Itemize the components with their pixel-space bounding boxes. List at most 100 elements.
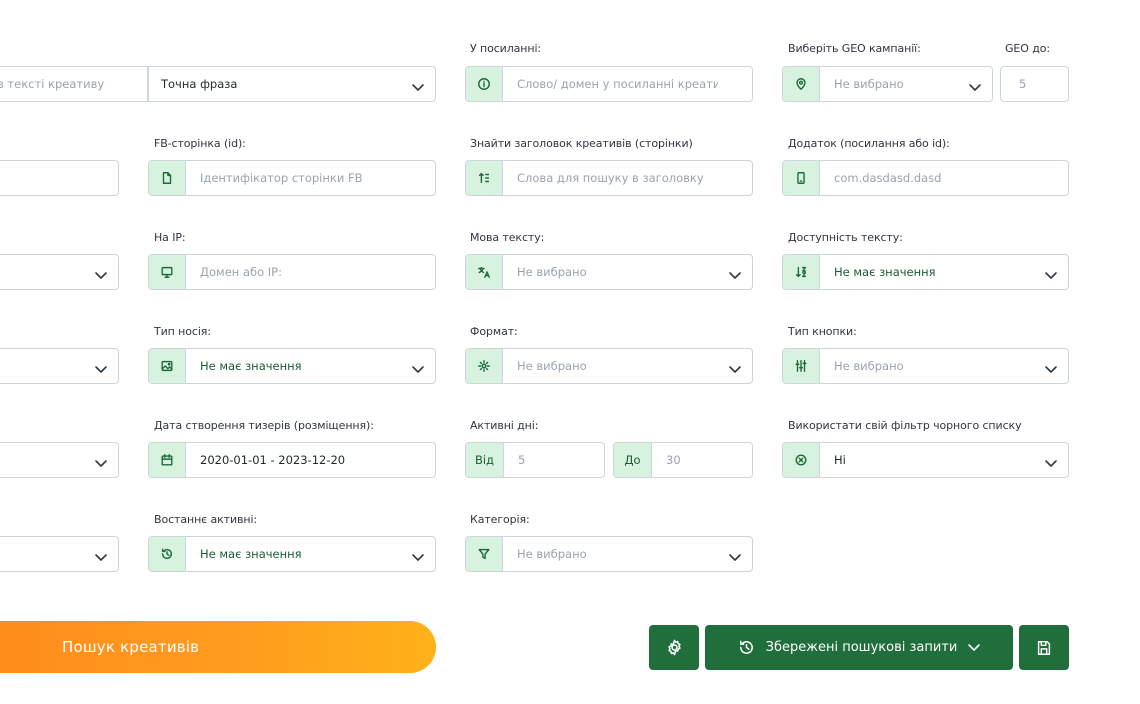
last-active-select[interactable]: Не має значення: [148, 536, 436, 572]
date-value: 2020-01-01 - 2023-12-20: [200, 453, 346, 467]
saved-queries-label: Збережені пошукові запити: [765, 640, 958, 655]
chevron-down-icon: [94, 549, 108, 561]
blacklist-value: Ні: [834, 453, 846, 467]
sort-icon: [466, 161, 503, 195]
fb-label: FB-сторінка (id):: [154, 137, 246, 150]
chevron-down-icon: [968, 643, 981, 651]
gear-icon: [667, 639, 681, 656]
link-placeholder: Слово/ домен у посиланні креативу: [517, 77, 718, 91]
category-select[interactable]: Не вибрано: [465, 536, 753, 572]
blacklist-label: Використати свій фільтр чорного списку: [788, 419, 1022, 432]
button-type-select[interactable]: Не вибрано: [782, 348, 1069, 384]
lang-select[interactable]: Не вибрано: [465, 254, 753, 290]
page-icon: [149, 161, 186, 195]
geo-to-value: 5: [1019, 77, 1027, 91]
chevron-down-icon: [728, 267, 742, 279]
geo-to-label: GEO до:: [1005, 42, 1050, 55]
info-icon: [466, 67, 503, 101]
chevron-down-icon: [728, 549, 742, 561]
save-query-button[interactable]: [1019, 625, 1069, 670]
sliders-icon: [783, 349, 820, 383]
media-select[interactable]: Не має значення: [148, 348, 436, 384]
format-label: Формат:: [470, 325, 518, 338]
geo-value: Не вибрано: [834, 77, 904, 91]
last-active-label: Востаннє активні:: [154, 513, 258, 526]
text-search-placeholder: в тексті креативу: [0, 77, 105, 91]
lang-value: Не вибрано: [517, 265, 587, 279]
chevron-down-icon: [94, 267, 108, 279]
settings-button[interactable]: [649, 625, 699, 670]
partial-select[interactable]: [0, 254, 119, 290]
lang-label: Мова тексту:: [470, 231, 545, 244]
translate-icon: [466, 255, 503, 289]
headline-label: Знайти заголовок креативів (сторінки): [470, 137, 693, 150]
geo-label: Виберіть GEO кампанії:: [788, 42, 921, 55]
partial-input[interactable]: [0, 160, 119, 196]
app-label: Додаток (посилання або id):: [788, 137, 950, 150]
button-type-value: Не вибрано: [834, 359, 904, 373]
button-type-label: Тип кнопки:: [788, 325, 857, 338]
image-icon: [149, 349, 186, 383]
ip-placeholder: Домен або IP:: [200, 265, 282, 279]
save-icon: [1037, 640, 1051, 655]
blacklist-select[interactable]: Ні: [782, 442, 1069, 478]
geo-select[interactable]: Не вибрано: [782, 66, 993, 102]
partial-select[interactable]: [0, 348, 119, 384]
geo-to-input[interactable]: 5: [1000, 66, 1069, 102]
history-icon: [149, 537, 186, 571]
chevron-down-icon: [728, 361, 742, 373]
chevron-down-icon: [1044, 455, 1058, 467]
category-value: Не вибрано: [517, 547, 587, 561]
x-circle-icon: [783, 443, 820, 477]
match-type-value: Точна фраза: [161, 77, 238, 91]
app-placeholder: com.dasdasd.dasd: [834, 171, 942, 185]
map-pin-icon: [783, 67, 820, 101]
saved-queries-button[interactable]: Збережені пошукові запити: [705, 625, 1013, 670]
search-creatives-label: Пошук креативів: [62, 638, 200, 656]
gear-icon: [466, 349, 503, 383]
text-search-field[interactable]: в тексті креативу: [0, 66, 148, 102]
ip-input[interactable]: Домен або IP:: [148, 254, 436, 290]
from-label: Від: [466, 443, 504, 477]
search-creatives-button[interactable]: Пошук креативів: [0, 621, 436, 673]
chevron-down-icon: [94, 455, 108, 467]
from-value: 5: [518, 453, 526, 467]
link-label: У посиланні:: [470, 42, 542, 55]
calendar-icon: [149, 443, 186, 477]
chevron-down-icon: [411, 361, 425, 373]
media-label: Тип носія:: [154, 325, 211, 338]
last-active-value: Не має значення: [200, 547, 302, 561]
active-days-to-input[interactable]: До 30: [613, 442, 753, 478]
monitor-icon: [149, 255, 186, 289]
avail-select[interactable]: Не має значення: [782, 254, 1069, 290]
phone-icon: [783, 161, 820, 195]
chevron-down-icon: [94, 361, 108, 373]
format-value: Не вибрано: [517, 359, 587, 373]
chevron-down-icon: [1044, 361, 1058, 373]
fb-page-input[interactable]: Ідентифікатор сторінки FB: [148, 160, 436, 196]
chevron-down-icon: [411, 79, 425, 91]
active-days-label: Активні дні:: [470, 419, 539, 432]
to-value: 30: [666, 453, 681, 467]
match-type-select[interactable]: Точна фраза: [148, 66, 436, 102]
media-value: Не має значення: [200, 359, 302, 373]
avail-value: Не має значення: [834, 265, 936, 279]
avail-label: Доступність тексту:: [788, 231, 903, 244]
history-icon: [739, 640, 753, 654]
partial-select[interactable]: [0, 536, 119, 572]
fb-placeholder: Ідентифікатор сторінки FB: [200, 171, 363, 185]
active-days-from-input[interactable]: Від 5: [465, 442, 605, 478]
chevron-down-icon: [411, 549, 425, 561]
format-select[interactable]: Не вибрано: [465, 348, 753, 384]
to-label: До: [614, 443, 652, 477]
partial-select[interactable]: [0, 442, 119, 478]
chevron-down-icon: [1044, 267, 1058, 279]
headline-input[interactable]: Слова для пошуку в заголовку: [465, 160, 753, 196]
headline-placeholder: Слова для пошуку в заголовку: [517, 171, 704, 185]
app-input[interactable]: com.dasdasd.dasd: [782, 160, 1069, 196]
category-label: Категорія:: [470, 513, 530, 526]
date-range-input[interactable]: 2020-01-01 - 2023-12-20: [148, 442, 436, 478]
chevron-down-icon: [968, 79, 982, 91]
date-label: Дата створення тизерів (розміщення):: [154, 419, 374, 432]
link-input[interactable]: Слово/ домен у посиланні креативу: [465, 66, 753, 102]
